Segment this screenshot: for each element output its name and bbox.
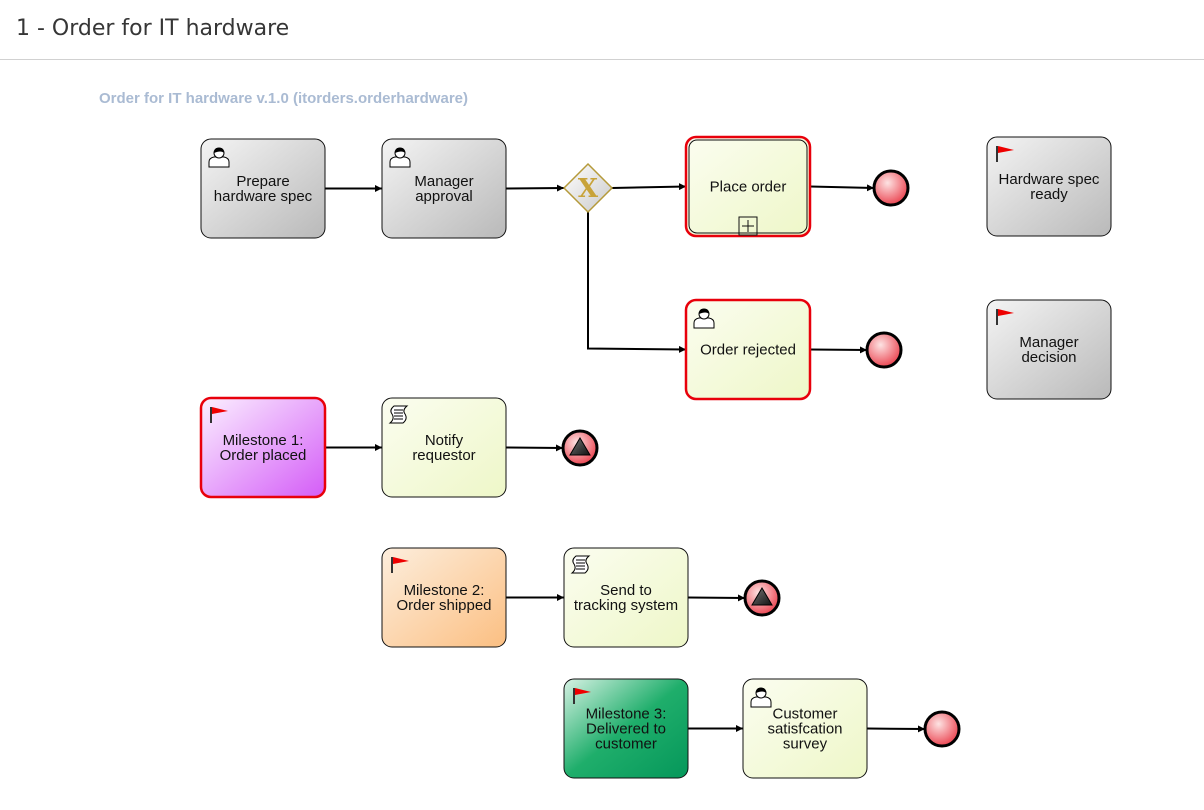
bpmn-script-task[interactable]: Send totracking system [563, 547, 689, 648]
bpmn-user-task[interactable]: Order rejected [684, 298, 812, 401]
node-label: Order shipped [396, 597, 491, 614]
bpmn-milestone[interactable]: Milestone 2:Order shipped [381, 547, 507, 648]
script-icon [570, 555, 591, 574]
bpmn-milestone[interactable]: Hardware specready [986, 136, 1112, 237]
bpmn-user-task[interactable]: Managerapproval [381, 138, 507, 239]
bpmn-exclusive-gateway[interactable]: X [562, 162, 614, 214]
node-label: approval [415, 188, 473, 205]
sequence-flow [687, 594, 746, 602]
node-label: Order rejected [700, 342, 796, 359]
node-label: tracking system [574, 597, 678, 614]
sequence-flow [505, 444, 564, 452]
bpmn-script-task[interactable]: Notifyrequestor [381, 397, 507, 498]
script-icon [388, 405, 409, 424]
bpmn-user-task[interactable]: Preparehardware spec [200, 138, 326, 239]
node-label: requestor [412, 447, 475, 464]
bpmn-signal-end-event[interactable] [561, 429, 599, 467]
bpmn-signal-end-event[interactable] [743, 579, 781, 617]
bpmn-subprocess[interactable]: Place order [684, 135, 812, 238]
sequence-flow [866, 725, 926, 733]
sequence-flow [809, 346, 868, 354]
node-label: hardware spec [214, 188, 313, 205]
process-diagram: Preparehardware spec Managerapproval X Plac… [199, 135, 1112, 779]
node-label: Order placed [220, 447, 307, 464]
bpmn-milestone[interactable]: Managerdecision [986, 299, 1112, 400]
bpmn-end-event[interactable] [923, 710, 961, 748]
sequence-flow [611, 183, 687, 191]
bpmn-user-task[interactable]: Customersatisfcationsurvey [742, 678, 868, 779]
node-label: ready [1030, 186, 1068, 203]
node-label: decision [1021, 349, 1076, 366]
bpmn-end-event[interactable] [865, 331, 903, 369]
sequence-flow [587, 212, 687, 353]
node-label: Place order [710, 179, 787, 196]
bpmn-end-event[interactable] [872, 169, 910, 207]
node-label: customer [595, 736, 657, 753]
node-label: survey [783, 736, 828, 753]
bpmn-milestone[interactable]: Milestone 3:Delivered tocustomer [563, 678, 689, 779]
gateway-x-icon: X [578, 174, 599, 204]
sequence-flow [809, 184, 875, 192]
bpmn-milestone[interactable]: Milestone 1:Order placed [199, 396, 327, 499]
sequence-flow [505, 184, 565, 192]
